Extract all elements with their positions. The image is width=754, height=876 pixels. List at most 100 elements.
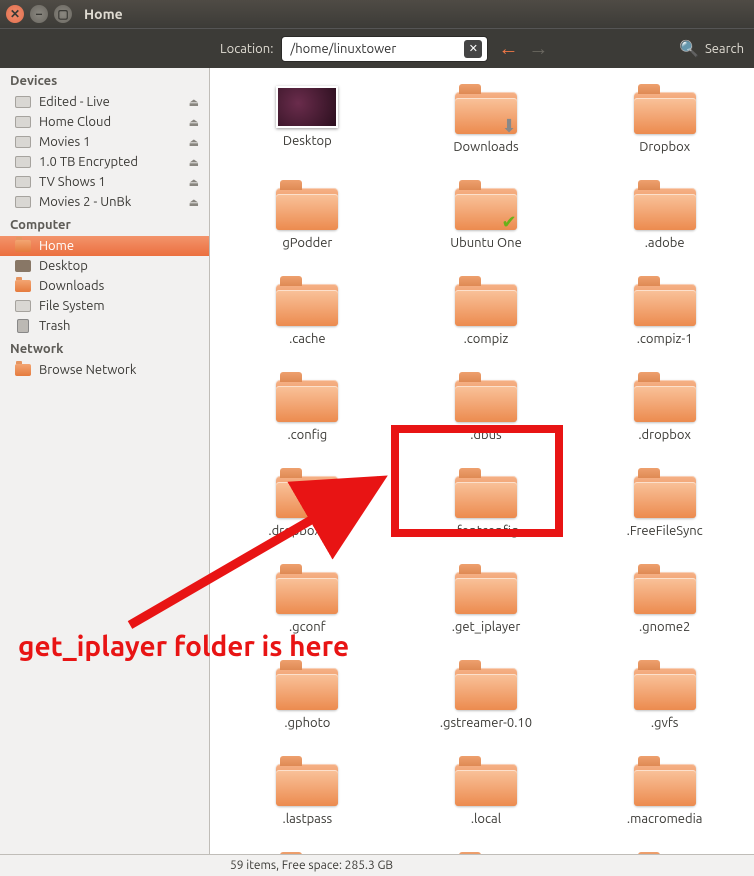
nav-back-button[interactable]: ← [498, 36, 518, 61]
file-label: .compiz-1 [637, 332, 693, 346]
file-item[interactable]: .FreeFileSync [585, 470, 744, 538]
file-item[interactable]: Desktop [228, 86, 387, 154]
sidebar-device-item[interactable]: TV Shows 1⏏ [0, 172, 209, 192]
folder-icon [455, 278, 517, 326]
toolbar: Location: ✕ ← → 🔍 Search [0, 28, 754, 68]
sidebar-header-network: Network [0, 336, 209, 360]
file-item[interactable]: .gconf [228, 566, 387, 634]
sidebar-item-label: File System [39, 299, 105, 313]
sidebar-device-item[interactable]: Home Cloud⏏ [0, 112, 209, 132]
sidebar-device-item[interactable]: Edited - Live ⏏ [0, 92, 209, 112]
eject-icon[interactable]: ⏏ [189, 156, 199, 169]
eject-icon[interactable]: ⏏ [189, 196, 199, 209]
location-wrap: ✕ [281, 36, 488, 62]
hdd-icon [14, 115, 32, 129]
sidebar-computer-item[interactable]: Downloads [0, 276, 209, 296]
maximize-window-button[interactable]: ▢ [54, 5, 72, 23]
file-item[interactable]: .compiz [407, 278, 566, 346]
file-item[interactable]: .gstreamer-0.10 [407, 662, 566, 730]
search-label: Search [705, 42, 744, 56]
file-label: Ubuntu One [450, 236, 522, 250]
file-label: .local [471, 812, 501, 826]
status-text: 59 items, Free space: 285.3 GB [230, 859, 393, 872]
sidebar-item-label: Browse Network [39, 363, 136, 377]
file-label: .FreeFileSync [627, 524, 703, 538]
sidebar-network-item[interactable]: Browse Network [0, 360, 209, 380]
file-label: .fontconfig [454, 524, 519, 538]
file-item[interactable]: .cache [228, 278, 387, 346]
file-item[interactable]: .gvfs [585, 662, 744, 730]
folder-icon [14, 279, 32, 293]
folder-icon [634, 662, 696, 710]
minimize-window-button[interactable]: – [30, 5, 48, 23]
file-label: .gnome2 [639, 620, 690, 634]
file-item[interactable]: .lastpass [228, 758, 387, 826]
close-window-button[interactable]: ✕ [6, 5, 24, 23]
sidebar-item-label: Movies 2 - UnBk [39, 195, 131, 209]
sidebar-computer-item[interactable]: Home [0, 236, 209, 256]
file-item[interactable]: .gphoto [228, 662, 387, 730]
file-label: .gvfs [651, 716, 679, 730]
file-label: .cache [289, 332, 326, 346]
file-item[interactable]: .dropbox-dist [228, 470, 387, 538]
folder-icon [276, 374, 338, 422]
nav-forward-button[interactable]: → [528, 36, 548, 61]
file-item[interactable]: .get_iplayer [407, 566, 566, 634]
sidebar-item-label: Trash [39, 319, 70, 333]
file-item[interactable]: ✔Ubuntu One [407, 182, 566, 250]
folder-icon [634, 566, 696, 614]
sidebar-item-label: Desktop [39, 259, 88, 273]
file-item[interactable]: ⬇Downloads [407, 86, 566, 154]
statusbar: 59 items, Free space: 285.3 GB [0, 854, 754, 876]
file-label: .gconf [289, 620, 326, 634]
file-item[interactable]: .compiz-1 [585, 278, 744, 346]
search-icon: 🔍 [679, 39, 699, 58]
clear-location-icon[interactable]: ✕ [464, 40, 482, 58]
location-input[interactable] [281, 36, 488, 62]
file-item[interactable]: Dropbox [585, 86, 744, 154]
file-item[interactable]: .config [228, 374, 387, 442]
hdd-icon [14, 195, 32, 209]
sidebar-device-item[interactable]: Movies 1 ⏏ [0, 132, 209, 152]
file-label: .compiz [464, 332, 509, 346]
file-label: .lastpass [283, 812, 333, 826]
folder-icon [276, 566, 338, 614]
sidebar-item-label: Edited - Live [39, 95, 110, 109]
sidebar-device-item[interactable]: Movies 2 - UnBk ⏏ [0, 192, 209, 212]
folder-icon [276, 758, 338, 806]
eject-icon[interactable]: ⏏ [189, 96, 199, 109]
eject-icon[interactable]: ⏏ [189, 136, 199, 149]
sidebar-computer-item[interactable]: File System [0, 296, 209, 316]
sidebar-computer-item[interactable]: Desktop [0, 256, 209, 276]
folder-icon [455, 662, 517, 710]
eject-icon[interactable]: ⏏ [189, 116, 199, 129]
search-button[interactable]: 🔍 Search [679, 39, 744, 58]
folder-icon [455, 758, 517, 806]
sidebar-computer-item[interactable]: Trash [0, 316, 209, 336]
folder-icon [634, 278, 696, 326]
folder-icon [455, 566, 517, 614]
file-item[interactable]: .local [407, 758, 566, 826]
file-label: Desktop [283, 134, 332, 148]
file-item[interactable]: .dropbox [585, 374, 744, 442]
folder-icon [276, 182, 338, 230]
file-item[interactable]: .adobe [585, 182, 744, 250]
eject-icon[interactable]: ⏏ [189, 176, 199, 189]
sidebar-item-label: 1.0 TB Encrypted [39, 155, 138, 169]
titlebar: ✕ – ▢ Home [0, 0, 754, 28]
hdd-icon [14, 299, 32, 313]
file-item[interactable]: .macromedia [585, 758, 744, 826]
file-item[interactable]: gPodder [228, 182, 387, 250]
file-item[interactable]: .fontconfig [407, 470, 566, 538]
file-item[interactable]: .gnome2 [585, 566, 744, 634]
folder-icon: ⬇ [455, 86, 517, 134]
file-label: .config [287, 428, 327, 442]
file-item[interactable]: .dbus [407, 374, 566, 442]
sidebar-item-label: Movies 1 [39, 135, 91, 149]
hdd-icon [14, 95, 32, 109]
folder-icon [634, 86, 696, 134]
file-label: .gstreamer-0.10 [440, 716, 532, 730]
sidebar-header-computer: Computer [0, 212, 209, 236]
sidebar-device-item[interactable]: 1.0 TB Encrypted ⏏ [0, 152, 209, 172]
file-view[interactable]: Desktop ⬇Downloads Dropbox gPodder ✔Ubuntu O… [210, 68, 754, 854]
